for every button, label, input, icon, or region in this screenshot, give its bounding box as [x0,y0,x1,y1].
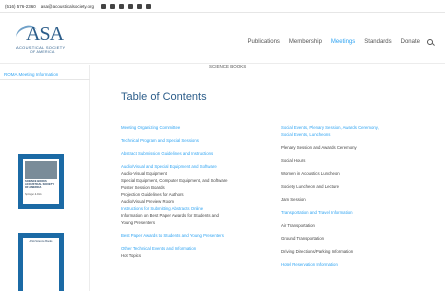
sidebar-meeting-info-link[interactable]: ROMA Meeting Information [4,72,58,77]
twitter-icon[interactable] [119,3,125,9]
linkedin-icon[interactable] [110,3,116,9]
science-book-ad[interactable]: SCIENCE BOOKS ACOUSTICAL SOCIETY OF AMER… [18,154,64,209]
toc-link[interactable]: Technical Program and Special Sessions [121,138,228,145]
toc-link[interactable]: Abstract Submission Guidelines and Instr… [121,151,228,158]
vimeo-icon[interactable] [137,3,143,9]
top-contact-bar: (516) 576-2360 asa@acousticalsociety.org [0,0,445,13]
toc-item: Special Equipment, Computer Equipment, a… [121,178,228,183]
toc-column-left: Meeting Organizing Committee Technical P… [121,125,228,260]
book-subtitle: Springer & ASA [25,192,42,196]
nav-standards[interactable]: Standards [364,39,391,45]
facebook-icon[interactable] [101,3,107,9]
toc-link[interactable]: Transportation and Travel Information [281,210,379,217]
nav-publications[interactable]: Publications [248,39,280,45]
toc-link[interactable]: Social Events, Luncheons [281,132,379,139]
asa-logo[interactable]: ASA ACOUSTICAL SOCIETY OF AMERICA [13,22,88,57]
sidebar-divider [0,79,90,80]
instagram-icon[interactable] [128,3,134,9]
nav-donate[interactable]: Donate [401,39,420,45]
page-title: Table of Contents [121,91,207,103]
main-nav: Publications Membership Meetings Standar… [239,39,433,45]
toc-item: Hot Topics [121,253,141,258]
toc-item: Audio/Visual Preview Room [121,199,174,204]
toc-link[interactable]: Social Events, Plenary Session, Awards C… [281,125,379,132]
toc-link[interactable]: Other Technical Events and Information [121,246,228,253]
toc-item: Women in Acoustics Luncheon [281,171,340,176]
toc-item: Driving Directions/Parking Information [281,249,354,254]
search-icon[interactable] [427,39,433,45]
nav-membership[interactable]: Membership [289,39,322,45]
toc-item: Air Transportation [281,223,315,228]
toc-item: Society Luncheon and Lecture [281,184,340,189]
toc-item: Poster Session Boards [121,185,165,190]
toc-item: Ground Transportation [281,236,324,241]
phone-number[interactable]: (516) 576-2360 [5,4,36,9]
toc-link[interactable]: Instructions for Submitting Abstracts On… [121,206,228,213]
youtube-icon[interactable] [146,3,152,9]
science-books-label: SCIENCE BOOKS [209,64,247,69]
toc-item: Social Hours [281,158,306,163]
toc-link[interactable]: Hotel Reservation Information [281,262,379,269]
nav-meetings[interactable]: Meetings [331,39,355,45]
email-address[interactable]: asa@acousticalsociety.org [41,4,94,9]
toc-link[interactable]: Best Paper Awards to Students and Young … [121,233,228,240]
toc-link[interactable]: Meeting Organizing Committee [121,125,228,132]
site-header: ASA ACOUSTICAL SOCIETY OF AMERICA Public… [0,14,445,64]
toc-item: Information on Best Paper Awards for Stu… [121,213,219,218]
sidebar-promo-ad[interactable]: ASA Science Books [18,233,64,291]
toc-item: Young Presenters [121,220,156,225]
toc-item: Projection Guidelines for Authors [121,192,184,197]
promo-text: ASA Science Books [23,238,59,291]
toc-item: Jam Session [281,197,306,202]
book-title: SCIENCE BOOKS ACOUSTICAL SOCIETY OF AMER… [25,180,55,189]
social-icons [101,3,152,9]
toc-item: Plenary Session and Awards Ceremony [281,145,357,150]
toc-column-right: Social Events, Plenary Session, Awards C… [281,125,379,269]
book-cover-image [25,161,57,179]
logo-subtitle-2: OF AMERICA [30,50,55,54]
toc-item: Audio-Visual Equipment [121,171,167,176]
toc-link[interactable]: Audio/Visual and Special Equipment and S… [121,164,228,171]
logo-text: ASA [26,23,64,45]
